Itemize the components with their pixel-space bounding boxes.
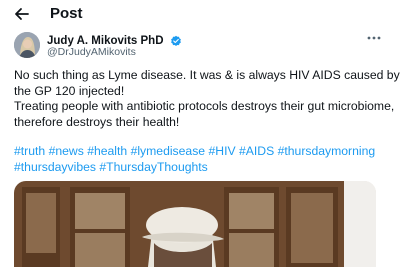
hashtag-link[interactable]: #ThursdayThoughts: [99, 160, 207, 174]
hashtag-list: #truth #news #health #lymedisease #HIV #…: [14, 144, 394, 175]
tweet-text: No such thing as Lyme disease. It was & …: [14, 68, 400, 130]
back-arrow-icon[interactable]: [12, 4, 32, 24]
avatar-image: [14, 32, 40, 58]
more-horizontal-icon: [367, 36, 381, 40]
more-options-icon[interactable]: [360, 30, 388, 50]
tweet-media[interactable]: [14, 181, 376, 267]
hashtag-line: #truth #news #health #lymedisease #HIV #…: [14, 144, 394, 160]
user-handle[interactable]: @DrJudyAMikovits: [47, 46, 136, 58]
display-name[interactable]: Judy A. Mikovits PhD: [47, 35, 164, 47]
hashtag-link[interactable]: #thursdaymorning: [278, 144, 376, 158]
hashtag-link[interactable]: #HIV: [208, 144, 235, 158]
hashtag-line: #thursdayvibes #ThursdayThoughts: [14, 160, 394, 176]
tweet-text-line: therefore destroys their health!: [14, 114, 180, 129]
verified-badge-icon: [171, 35, 181, 46]
hashtag-link[interactable]: #lymedisease: [131, 144, 206, 158]
page-title: Post: [50, 5, 83, 22]
hashtag-link[interactable]: #health: [87, 144, 127, 158]
tweet-text-line: Treating people with antibiotic protocol…: [14, 99, 395, 113]
tweet-text-line: the GP 120 injected!: [14, 83, 125, 98]
hashtag-link[interactable]: #truth: [14, 144, 45, 158]
hashtag-link[interactable]: #AIDS: [239, 144, 274, 158]
hashtag-link[interactable]: #news: [49, 144, 84, 158]
tweet-author: Judy A. Mikovits PhD @DrJudyAMikovits: [14, 32, 394, 60]
top-bar: Post: [0, 0, 400, 28]
tweet-text-line: No such thing as Lyme disease. It was & …: [14, 68, 400, 82]
hashtag-link[interactable]: #thursdayvibes: [14, 160, 96, 174]
name-row: Judy A. Mikovits PhD: [47, 32, 182, 47]
media-image: [14, 181, 376, 267]
avatar[interactable]: [14, 32, 40, 58]
